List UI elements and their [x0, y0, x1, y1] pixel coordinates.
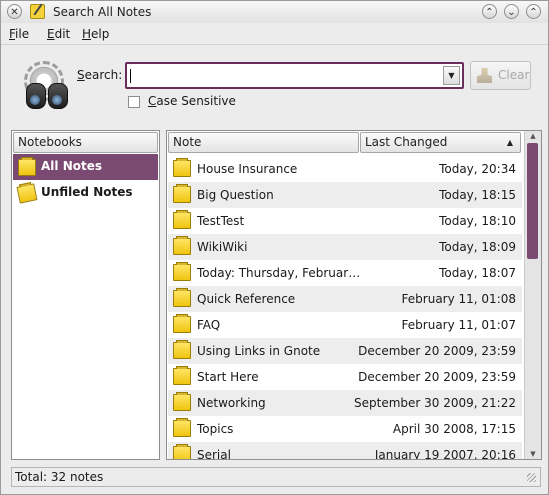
note-title: Quick Reference: [197, 292, 296, 306]
note-title: WikiWiki: [197, 240, 248, 254]
scroll-up-icon[interactable]: ▲: [525, 131, 541, 141]
notes-list-pane: Note Last Changed ▲ House Insurance Toda…: [166, 130, 542, 460]
notebooks-pane: Notebooks All Notes Unfiled Notes: [11, 130, 160, 460]
note-title: Today: Thursday, Februar…: [197, 266, 361, 280]
menu-bar: File Edit Help: [1, 23, 548, 45]
note-title: Start Here: [197, 370, 259, 384]
note-row[interactable]: FAQ February 11, 01:07: [168, 312, 522, 338]
note-icon: [173, 340, 191, 359]
case-sensitive-label[interactable]: Case Sensitive: [148, 94, 236, 108]
last-changed-header-label: Last Changed: [365, 135, 448, 149]
note-icon: [173, 184, 191, 203]
note-last-changed: September 30 2009, 21:22: [354, 396, 516, 410]
note-row[interactable]: Topics April 30 2008, 17:15: [168, 416, 522, 442]
last-changed-column-header[interactable]: Last Changed ▲: [360, 132, 521, 153]
menu-help[interactable]: Help: [82, 27, 109, 41]
note-row[interactable]: Serial January 19 2007, 20:16: [168, 442, 522, 459]
menu-file[interactable]: File: [9, 27, 29, 41]
maximize-icon[interactable]: ⌃: [526, 4, 541, 19]
note-last-changed: Today, 18:15: [439, 188, 516, 202]
total-notes-count: Total: 32 notes: [15, 470, 104, 484]
search-field-text[interactable]: [130, 67, 438, 84]
note-icon: [173, 418, 191, 437]
unfiled-notes-icon: [16, 183, 38, 204]
note-icon: [173, 314, 191, 333]
note-title: House Insurance: [197, 162, 298, 176]
search-binoculars-icon: [21, 61, 73, 113]
note-row[interactable]: Using Links in Gnote December 20 2009, 2…: [168, 338, 522, 364]
note-title: Using Links in Gnote: [197, 344, 321, 358]
minimize-icon[interactable]: ⌄: [504, 4, 519, 19]
notebooks-column-header[interactable]: Notebooks: [13, 132, 158, 153]
notebook-label: All Notes: [41, 159, 102, 173]
note-icon: [173, 236, 191, 255]
note-row[interactable]: Networking September 30 2009, 21:22: [168, 390, 522, 416]
note-column-header[interactable]: Note: [168, 132, 359, 153]
note-last-changed: Today, 18:07: [439, 266, 516, 280]
note-last-changed: December 20 2009, 23:59: [358, 370, 516, 384]
note-icon: [173, 444, 191, 459]
note-row[interactable]: WikiWiki Today, 18:09: [168, 234, 522, 260]
resize-grip-icon[interactable]: [527, 473, 536, 482]
note-last-changed: February 11, 01:07: [401, 318, 516, 332]
note-last-changed: Today, 20:34: [439, 162, 516, 176]
notes-vertical-scrollbar[interactable]: ▲ ▼: [524, 131, 541, 459]
note-last-changed: April 30 2008, 17:15: [392, 422, 516, 436]
note-row[interactable]: Big Question Today, 18:15: [168, 182, 522, 208]
close-icon[interactable]: ✕: [7, 4, 22, 19]
note-icon: [173, 158, 191, 177]
text-caret: [130, 69, 131, 83]
case-sensitive-checkbox[interactable]: [128, 96, 140, 108]
search-label: Search:: [77, 68, 123, 82]
search-combo-input[interactable]: ▼: [125, 62, 464, 89]
scroll-down-icon[interactable]: ▼: [525, 449, 541, 459]
note-last-changed: Today, 18:09: [439, 240, 516, 254]
scrollbar-thumb[interactable]: [527, 143, 538, 259]
note-last-changed: January 19 2007, 20:16: [374, 448, 516, 459]
notebook-icon: [18, 157, 36, 176]
window-title: Search All Notes: [53, 5, 152, 19]
note-icon: [173, 288, 191, 307]
shade-icon[interactable]: ⌃: [482, 4, 497, 19]
note-row[interactable]: Today: Thursday, Februar… Today, 18:07: [168, 260, 522, 286]
note-title: FAQ: [197, 318, 221, 332]
note-icon: [173, 366, 191, 385]
note-last-changed: December 20 2009, 23:59: [358, 344, 516, 358]
notes-app-icon: [30, 4, 45, 19]
note-row[interactable]: House Insurance Today, 20:34: [168, 156, 522, 182]
note-title: TestTest: [197, 214, 245, 228]
note-row[interactable]: Quick Reference February 11, 01:08: [168, 286, 522, 312]
clear-button[interactable]: Clear: [470, 61, 531, 90]
broom-icon: [477, 68, 492, 83]
note-icon: [173, 262, 191, 281]
sort-ascending-icon: ▲: [506, 138, 513, 147]
status-bar: Total: 32 notes: [11, 467, 541, 487]
clear-button-label: Clear: [498, 68, 530, 82]
note-row[interactable]: TestTest Today, 18:10: [168, 208, 522, 234]
notebook-label: Unfiled Notes: [41, 185, 133, 199]
title-bar: ✕ Search All Notes ⌃ ⌄ ⌃: [1, 1, 548, 24]
menu-edit[interactable]: Edit: [47, 27, 70, 41]
note-title: Topics: [197, 422, 234, 436]
note-title: Big Question: [197, 188, 274, 202]
search-all-notes-window: ✕ Search All Notes ⌃ ⌄ ⌃ File Edit Help …: [0, 0, 549, 495]
note-last-changed: Today, 18:10: [439, 214, 516, 228]
notes-list: House Insurance Today, 20:34 Big Questio…: [168, 156, 522, 459]
note-title: Networking: [197, 396, 266, 410]
notebook-item-unfiled-notes[interactable]: Unfiled Notes: [13, 180, 158, 206]
note-last-changed: February 11, 01:08: [401, 292, 516, 306]
note-row[interactable]: Start Here December 20 2009, 23:59: [168, 364, 522, 390]
search-history-dropdown-icon[interactable]: ▼: [443, 66, 460, 85]
note-title: Serial: [197, 448, 231, 459]
note-icon: [173, 392, 191, 411]
note-icon: [173, 210, 191, 229]
notebook-item-all-notes[interactable]: All Notes: [13, 154, 158, 180]
